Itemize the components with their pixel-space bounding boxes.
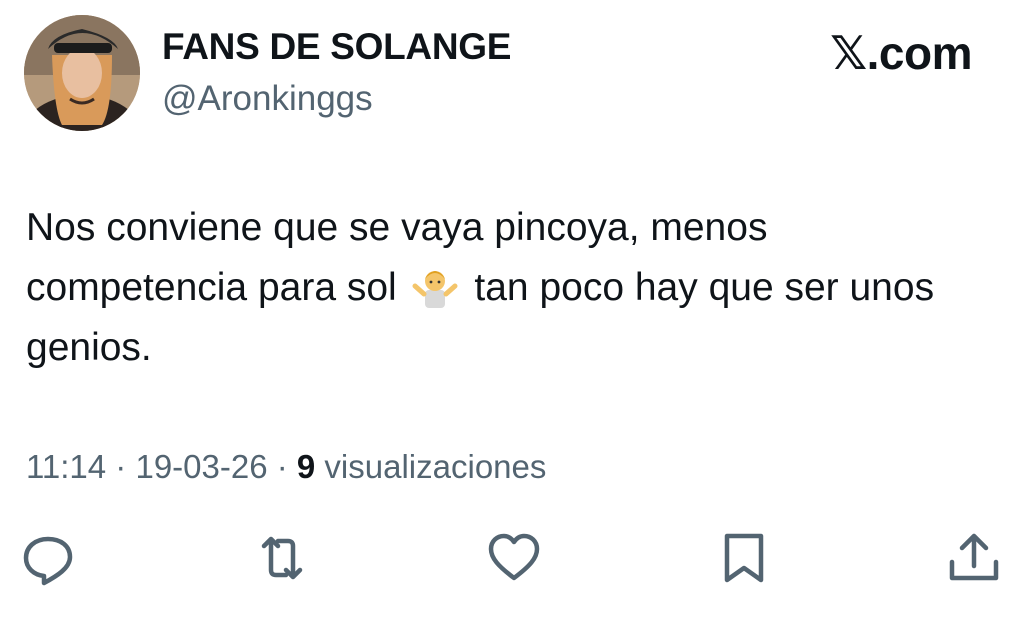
share-button[interactable] [946, 530, 1002, 586]
like-button[interactable] [486, 530, 542, 586]
share-icon [949, 533, 999, 581]
meta-separator: · [267, 448, 297, 485]
reply-button[interactable] [20, 530, 76, 586]
bookmark-icon [724, 533, 764, 583]
bookmark-button[interactable] [716, 530, 772, 586]
retweet-button[interactable] [254, 530, 310, 586]
views-count: 9 [296, 448, 316, 485]
tweet-meta: 11:14 · 19-03-26 · 9 visualizaciones [26, 448, 546, 486]
person-shrugging-emoji [412, 264, 458, 310]
avatar-image [24, 15, 140, 131]
brand-logo: 𝕏.com [830, 27, 972, 79]
retweet-icon [261, 536, 303, 580]
author-handle[interactable]: @Aronkinggs [162, 79, 373, 119]
reply-icon [23, 536, 73, 586]
like-icon [488, 533, 540, 581]
tweet-text: Nos conviene que se vaya pincoya, menos … [26, 198, 986, 378]
tweet-time[interactable]: 11:14 [26, 448, 106, 485]
meta-separator: · [106, 448, 136, 485]
author-display-name[interactable]: FANS DE SOLANGE [162, 26, 511, 68]
tweet-date[interactable]: 19-03-26 [135, 448, 267, 485]
action-bar [0, 530, 1024, 586]
avatar[interactable] [24, 15, 140, 131]
views-label: visualizaciones [315, 448, 547, 485]
